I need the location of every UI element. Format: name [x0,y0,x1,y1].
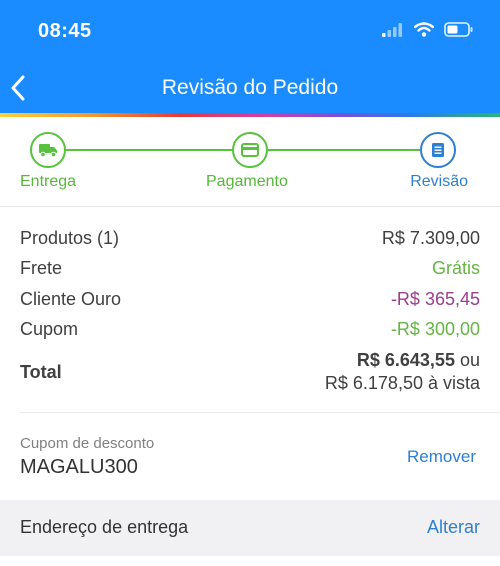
coupon-label: Cupom [20,319,79,339]
checkout-stepper: Entrega Pagamento Revisão [0,117,500,207]
total-value-block: R$ 6.643,55 ou R$ 6.178,50 à vista [325,349,480,395]
gold-client-row: Cliente Ouro -R$ 365,45 [20,289,480,310]
wifi-icon [414,22,434,37]
divider [0,206,500,207]
page-title: Revisão do Pedido [161,76,339,99]
app-header: 08:45 Revisão do Pedido [0,0,500,113]
step-payment-label: Pagamento [206,173,288,190]
products-row: Produtos (1) R$ 7.309,00 [20,228,480,249]
truck-icon [39,144,57,158]
battery-icon [444,22,473,37]
total-or: ou [459,350,480,370]
total-label: Total [20,362,62,382]
step-payment[interactable] [232,132,268,168]
document-icon [432,143,444,157]
status-icons [382,22,474,37]
products-label: Produtos (1) [20,228,120,248]
gold-client-label: Cliente Ouro [20,289,122,309]
shipping-value: Grátis [431,258,480,278]
step-delivery[interactable] [30,132,66,168]
step-review-label: Revisão [410,173,468,190]
shipping-label: Frete [20,258,63,278]
step-review[interactable] [420,132,456,168]
change-address-button[interactable]: Alterar [427,517,480,538]
coupon-caption: Cupom de desconto [20,435,155,452]
step-connector [268,149,420,151]
status-time: 08:45 [38,20,92,42]
products-value: R$ 7.309,00 [381,228,480,248]
divider [20,412,500,413]
total-value: R$ 6.643,55 [356,350,455,370]
shipping-row: Frete Grátis [20,258,480,279]
coupon-row: Cupom -R$ 300,00 [20,319,480,340]
step-connector [66,149,232,151]
remove-coupon-button[interactable]: Remover [407,447,476,467]
credit-card-icon [241,143,259,157]
coupon-code: MAGALU300 [20,456,138,478]
cellular-signal-icon [382,22,402,37]
address-section: Endereço de entrega Alterar [0,500,500,556]
step-delivery-label: Entrega [20,173,77,190]
coupon-value: -R$ 300,00 [390,319,480,339]
total-cash-value: R$ 6.178,50 à vista [324,373,480,393]
address-label: Endereço de entrega [20,517,189,537]
gold-client-value: -R$ 365,45 [390,289,480,309]
